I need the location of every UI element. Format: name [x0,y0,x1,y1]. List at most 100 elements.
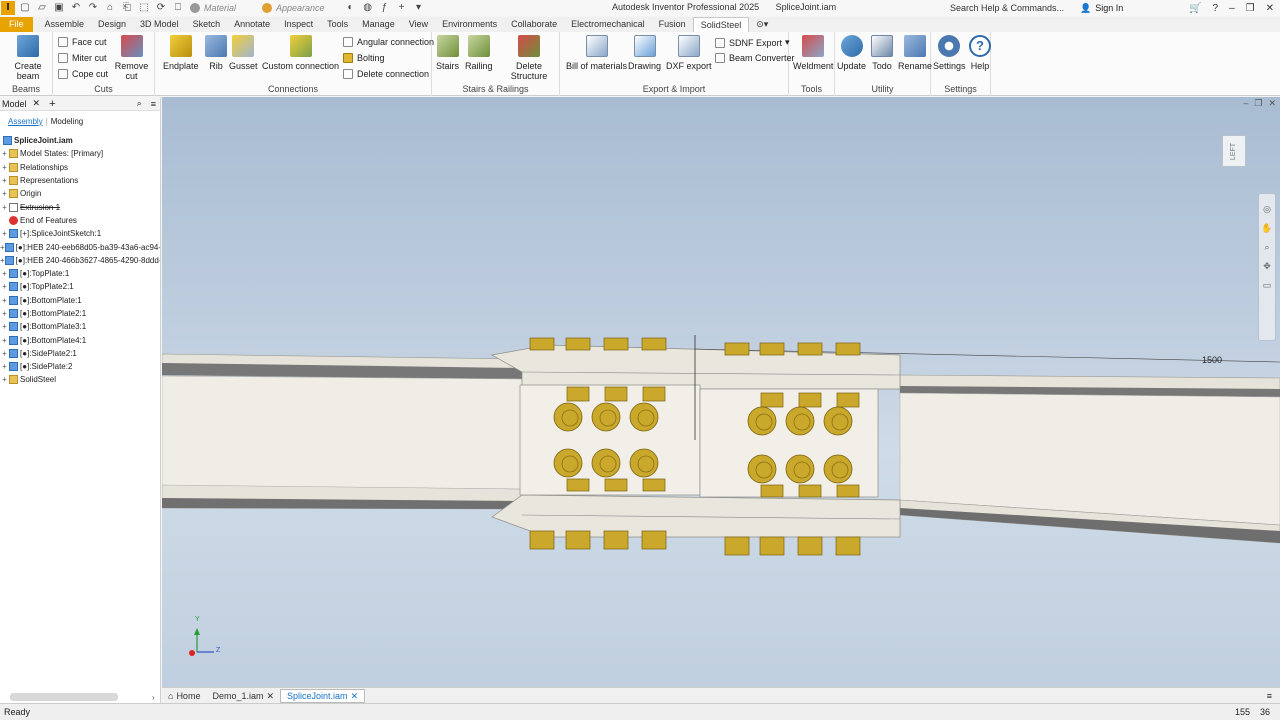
browser-close-icon[interactable]: ✕ [30,98,44,109]
save-icon[interactable]: ▣ [52,1,66,15]
tab-demo-close-icon[interactable]: ✕ [266,689,274,703]
sign-in-button[interactable]: 👤 Sign In [1080,1,1123,15]
browser-title[interactable]: Model [0,99,30,109]
beam-converter-button[interactable]: Beam Converter [715,53,795,63]
rib-button[interactable]: Rib [205,35,227,71]
expand-icon[interactable]: + [0,296,9,305]
clear-appearance-icon[interactable]: ◍ [361,1,375,15]
orbit-icon[interactable]: ✥ [1263,261,1271,272]
tab-collaborate[interactable]: Collaborate [504,17,564,32]
dxf-export-button[interactable]: DXF export [666,35,712,71]
expand-icon[interactable]: + [0,203,9,212]
expand-icon[interactable]: + [0,322,9,331]
help-button[interactable]: ? Help [969,35,991,71]
expand-icon[interactable]: + [0,176,9,185]
tab-design[interactable]: Design [91,17,133,32]
tab-inspect[interactable]: Inspect [277,17,320,32]
drawing-button[interactable]: Drawing [628,35,661,71]
tree-item[interactable]: End of Features [0,214,160,227]
todo-button[interactable]: Todo [871,35,893,71]
tab-view[interactable]: View [402,17,435,32]
tab-modeling[interactable]: Modeling [48,117,86,126]
tab-fusion[interactable]: Fusion [652,17,693,32]
update-icon[interactable]: ⟳ [154,1,168,15]
stairs-button[interactable]: Stairs [436,35,459,71]
expand-icon[interactable]: + [0,149,9,158]
plus-icon[interactable]: + [395,1,409,15]
sdnf-export-button[interactable]: SDNF Export ▾ [715,37,790,48]
tree-item[interactable]: + SolidSteel [0,373,160,386]
zoom-icon[interactable]: ⌕ [1264,242,1269,253]
expand-icon[interactable]: + [0,362,9,371]
adjust-icon[interactable]: ◐ [344,1,358,15]
face-cut-button[interactable]: Face cut [58,37,107,47]
expand-icon[interactable]: + [0,282,9,291]
tree-root[interactable]: SpliceJoint.iam [0,134,160,147]
tree-item[interactable]: + Representations [0,174,160,187]
tab-options-icon[interactable]: ⊙▾ [749,17,775,32]
tab-electromechanical[interactable]: Electromechanical [564,17,652,32]
expand-icon[interactable]: + [0,375,9,384]
tab-manage[interactable]: Manage [355,17,402,32]
help-icon[interactable]: ? [1213,3,1219,14]
tree-item[interactable]: + [●]:HEB 240-eeb68d05-ba39-43a6-ac94-4 [0,240,160,253]
delete-connection-button[interactable]: Delete connection [343,69,429,79]
miter-cut-button[interactable]: Miter cut [58,53,107,63]
railing-button[interactable]: Railing [465,35,493,71]
tree-item[interactable]: + Extrusion 1 [0,200,160,213]
expand-icon[interactable]: + [0,229,9,238]
remove-cut-button[interactable]: Remove cut [109,35,154,81]
browser-scrollbar[interactable] [10,693,118,701]
measure-icon[interactable]: ⎕ [171,1,185,15]
cope-cut-button[interactable]: Cope cut [58,69,108,79]
home-icon[interactable]: ⌂ [103,1,117,15]
open-icon[interactable]: ▱ [35,1,49,15]
return-icon[interactable]: ⎗ [120,1,134,15]
tab-home[interactable]: ⌂ Home [162,689,206,703]
viewcube[interactable]: LEFT [1222,135,1246,167]
expand-icon[interactable]: + [0,163,9,172]
create-beam-button[interactable]: Create beam [4,35,52,81]
pan-icon[interactable]: ✋ [1261,223,1272,234]
search-input[interactable]: Search Help & Commands... [950,1,1075,15]
angular-connection-button[interactable]: Angular connection [343,37,434,47]
tab-3d-model[interactable]: 3D Model [133,17,186,32]
tree-item[interactable]: + Origin [0,187,160,200]
tree-item[interactable]: + [●]:SidePlate:2 [0,360,160,373]
tab-sketch[interactable]: Sketch [186,17,228,32]
steering-wheel-icon[interactable]: ◎ [1263,204,1271,215]
close-icon[interactable]: ✕ [1266,3,1274,14]
material-combo[interactable]: Material [187,2,239,15]
custom-connection-button[interactable]: Custom connection [262,35,339,71]
expand-icon[interactable]: + [0,189,9,198]
expand-icon[interactable]: + [0,269,9,278]
select-icon[interactable]: ⬚ [137,1,151,15]
cart-icon[interactable]: 🛒 [1189,3,1201,14]
graphics-viewport[interactable]: – ❐ ✕ LEFT ◎ ✋ ⌕ ✥ ▭ 1500 Y Z [162,97,1280,687]
tree-item[interactable]: + [+]:SpliceJointSketch:1 [0,227,160,240]
expand-icon[interactable]: + [0,309,9,318]
tab-demo[interactable]: Demo_1.iam ✕ [206,689,280,703]
update-button[interactable]: Update [837,35,866,71]
endplate-button[interactable]: Endplate [163,35,199,71]
tab-assemble[interactable]: Assemble [38,17,92,32]
tree-item[interactable]: + [●]:BottomPlate3:1 [0,320,160,333]
tree-item[interactable]: + [●]:BottomPlate:1 [0,294,160,307]
browser-menu-icon[interactable]: ≡ [147,99,160,109]
browser-scroll-right-icon[interactable]: › [152,693,155,702]
rename-button[interactable]: Rename [898,35,932,71]
tree-item[interactable]: + [●]:BottomPlate4:1 [0,333,160,346]
look-at-icon[interactable]: ▭ [1263,280,1272,291]
delete-structure-button[interactable]: Delete Structure [499,35,559,81]
redo-icon[interactable]: ↷ [86,1,100,15]
tab-annotate[interactable]: Annotate [227,17,277,32]
tree-item[interactable]: + [●]:BottomPlate2:1 [0,307,160,320]
undo-icon[interactable]: ↶ [69,1,83,15]
expand-icon[interactable]: + [0,349,9,358]
appearance-combo[interactable]: Appearance [259,2,328,15]
bolting-button[interactable]: Bolting [343,53,385,63]
new-file-icon[interactable]: ▢ [18,1,32,15]
tree-item[interactable]: + [●]:HEB 240-466b3627-4865-4290-8ddd-1 [0,254,160,267]
restore-icon[interactable]: ❐ [1246,3,1255,14]
app-logo[interactable]: I [1,1,15,15]
